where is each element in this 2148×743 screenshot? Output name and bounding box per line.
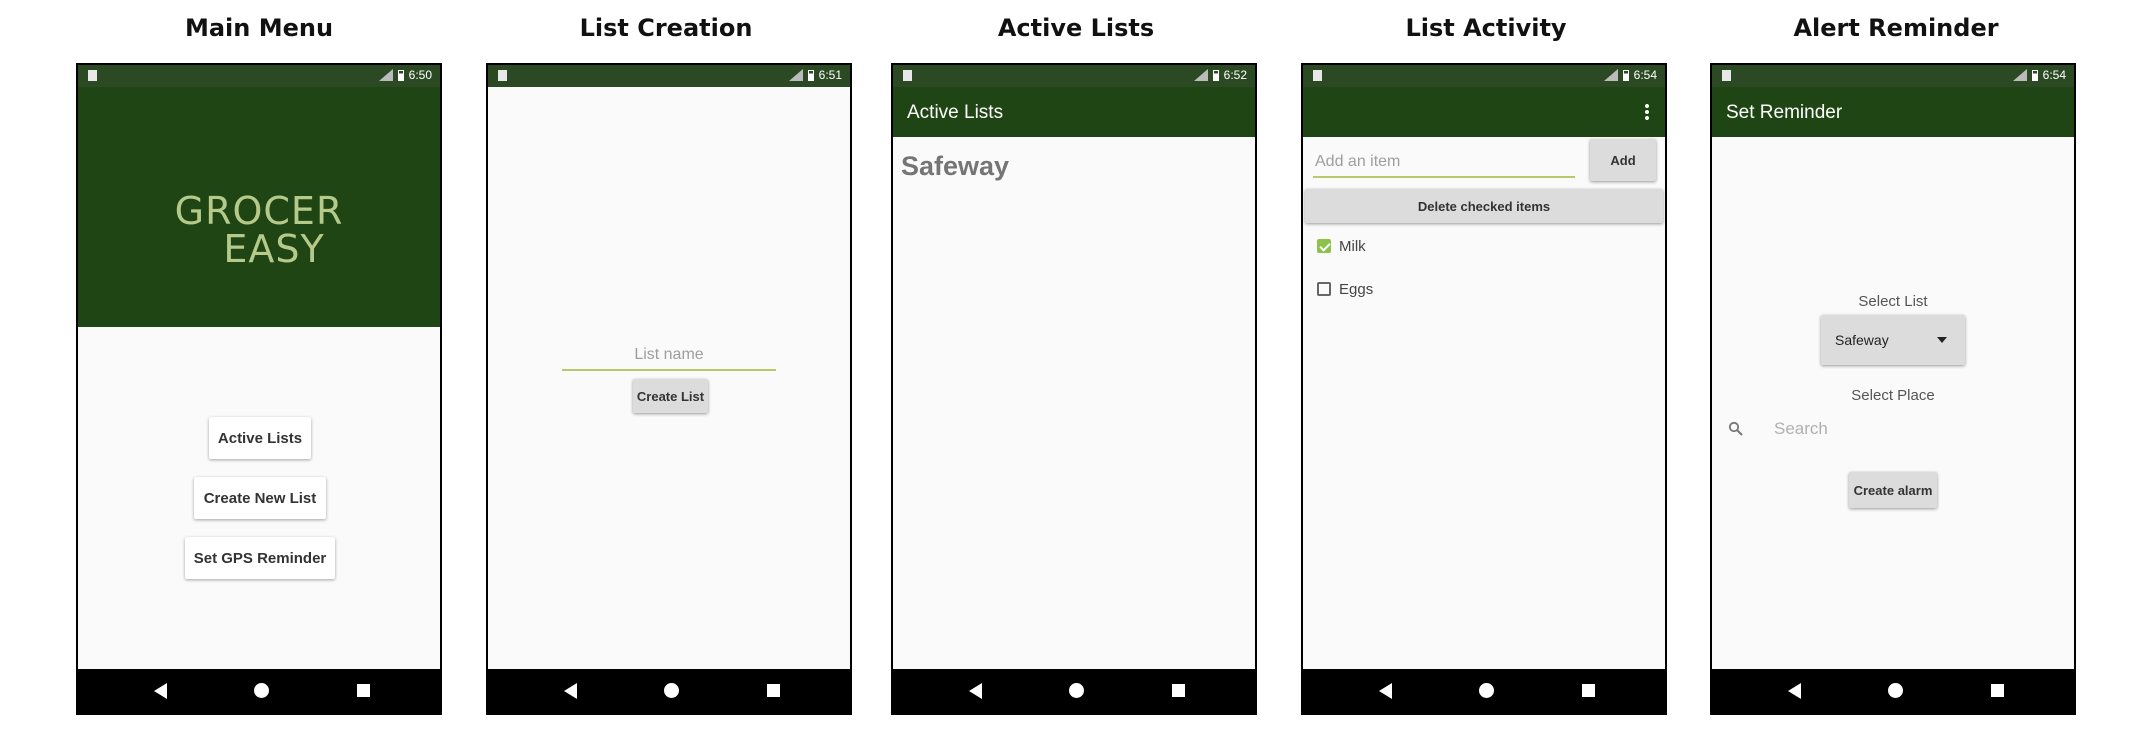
logo-line-1: GROCER <box>174 189 344 233</box>
list-dropdown[interactable]: Safeway <box>1821 315 1965 365</box>
nav-bar <box>1712 669 2074 713</box>
recent-apps-icon[interactable] <box>1582 684 1595 697</box>
battery-icon <box>1212 69 1219 81</box>
home-icon[interactable] <box>1069 683 1084 698</box>
nav-bar <box>893 669 1255 713</box>
search-icon <box>1728 421 1744 437</box>
nav-bar <box>1303 669 1665 713</box>
caption-active-lists: Active Lists <box>997 14 1155 42</box>
create-list-button[interactable]: Create List <box>633 379 708 413</box>
signal-icon <box>2012 69 2027 81</box>
sd-card-icon <box>1313 70 1322 81</box>
milk-checkbox[interactable] <box>1317 239 1331 253</box>
signal-icon <box>1603 69 1618 81</box>
signal-icon <box>378 69 393 81</box>
back-icon[interactable] <box>1788 683 1801 699</box>
sd-card-icon <box>498 70 507 81</box>
list-item-safeway[interactable]: Safeway <box>901 151 1009 182</box>
add-item-underline <box>1313 176 1575 178</box>
back-icon[interactable] <box>969 683 982 699</box>
phone-list-creation: 6:51 List name Create List <box>486 63 852 715</box>
app-bar <box>1303 87 1665 137</box>
recent-apps-icon[interactable] <box>357 684 370 697</box>
home-icon[interactable] <box>1479 683 1494 698</box>
status-time: 6:54 <box>2042 68 2066 82</box>
add-button[interactable]: Add <box>1590 139 1656 181</box>
create-alarm-button[interactable]: Create alarm <box>1849 472 1937 508</box>
add-item-input[interactable]: Add an item <box>1315 153 1400 171</box>
status-bar: 6:54 <box>1712 65 2074 87</box>
logo-line-2: EASY <box>223 227 325 271</box>
battery-icon <box>807 69 814 81</box>
back-icon[interactable] <box>1379 683 1392 699</box>
set-gps-reminder-button[interactable]: Set GPS Reminder <box>185 537 335 579</box>
status-bar: 6:52 <box>893 65 1255 87</box>
select-list-label: Select List <box>1858 293 1928 310</box>
app-bar-title: Active Lists <box>907 102 1004 123</box>
logo-banner: GROCER EASY <box>78 87 440 327</box>
create-new-list-button[interactable]: Create New List <box>194 477 326 519</box>
phone-alert-reminder: 6:54 Set Reminder Select List Safeway Se… <box>1710 63 2076 715</box>
phone-active-lists: 6:52 Active Lists Safeway <box>891 63 1257 715</box>
battery-icon <box>1622 69 1629 81</box>
phone-main-menu: 6:50 GROCER EASY Active Lists Create New… <box>76 63 442 715</box>
caption-main-menu: Main Menu <box>184 14 334 42</box>
eggs-checkbox[interactable] <box>1317 282 1331 296</box>
signal-icon <box>1193 69 1208 81</box>
signal-icon <box>788 69 803 81</box>
milk-label: Milk <box>1339 238 1366 255</box>
active-lists-button[interactable]: Active Lists <box>209 417 311 459</box>
sd-card-icon <box>903 70 912 81</box>
app-logo: GROCER EASY <box>78 192 440 268</box>
overflow-menu-icon[interactable] <box>1645 103 1649 121</box>
back-icon[interactable] <box>564 683 577 699</box>
list-dropdown-value: Safeway <box>1835 332 1889 348</box>
delete-checked-items-button[interactable]: Delete checked items <box>1305 189 1663 223</box>
select-place-label: Select Place <box>1851 387 1935 404</box>
home-icon[interactable] <box>1888 683 1903 698</box>
status-time: 6:50 <box>408 68 432 82</box>
place-search-input[interactable]: Search <box>1774 419 1828 439</box>
sd-card-icon <box>1722 70 1731 81</box>
dropdown-arrow-icon <box>1937 337 1947 343</box>
recent-apps-icon[interactable] <box>1991 684 2004 697</box>
caption-list-activity: List Activity <box>1405 14 1567 42</box>
recent-apps-icon[interactable] <box>767 684 780 697</box>
status-bar: 6:51 <box>488 65 850 87</box>
phone-list-activity: 6:54 Add an item Add Delete checked item… <box>1301 63 1667 715</box>
eggs-label: Eggs <box>1339 281 1374 298</box>
status-bar: 6:50 <box>78 65 440 87</box>
app-bar-title: Set Reminder <box>1726 102 1843 123</box>
nav-bar <box>488 669 850 713</box>
list-name-input[interactable]: List name <box>562 346 776 364</box>
sd-card-icon <box>88 70 97 81</box>
status-bar: 6:54 <box>1303 65 1665 87</box>
status-time: 6:52 <box>1223 68 1247 82</box>
caption-alert-reminder: Alert Reminder <box>1793 14 1999 42</box>
app-bar: Active Lists <box>893 87 1255 137</box>
list-name-underline <box>562 369 776 371</box>
battery-icon <box>397 69 404 81</box>
status-time: 6:54 <box>1633 68 1657 82</box>
nav-bar <box>78 669 440 713</box>
home-icon[interactable] <box>254 683 269 698</box>
recent-apps-icon[interactable] <box>1172 684 1185 697</box>
app-bar: Set Reminder <box>1712 87 2074 137</box>
home-icon[interactable] <box>664 683 679 698</box>
caption-list-creation: List Creation <box>579 14 753 42</box>
status-time: 6:51 <box>818 68 842 82</box>
battery-icon <box>2031 69 2038 81</box>
back-icon[interactable] <box>154 683 167 699</box>
